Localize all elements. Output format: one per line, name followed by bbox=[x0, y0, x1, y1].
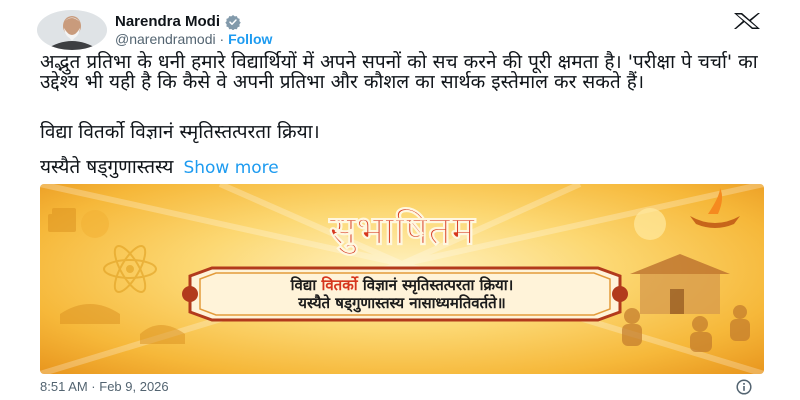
tweet-timestamp[interactable]: 8:51 AM · Feb 9, 2026 bbox=[40, 379, 169, 394]
hut-illustration bbox=[630, 254, 730, 314]
follow-button[interactable]: Follow bbox=[228, 31, 272, 47]
x-logo-icon[interactable] bbox=[732, 12, 762, 30]
avatar[interactable] bbox=[37, 10, 107, 50]
atom-decoration-icon bbox=[103, 245, 157, 293]
media-title: सुभाषितम bbox=[328, 207, 477, 256]
media-shloka-line-2: यस्यैते षड्गुणास्तस्य नासाध्यमतिवर्तते॥ bbox=[297, 294, 505, 313]
info-icon[interactable] bbox=[736, 379, 752, 395]
tweet-media-image[interactable]: सुभाषितम विद्या वितर्को विज्ञानं स्मृतिस… bbox=[40, 184, 764, 374]
separator-dot: · bbox=[219, 31, 225, 47]
author-name-row[interactable]: Narendra Modi bbox=[115, 13, 241, 30]
media-shloka-line-1: विद्या वितर्को विज्ञानं स्मृतिस्तत्परता … bbox=[290, 276, 514, 295]
tweet-text-fragment: यस्यैते षड्गुणास्तस्य bbox=[40, 156, 174, 178]
verified-badge-icon bbox=[225, 14, 241, 30]
tweet-text-truncated-line: यस्यैते षड्गुणास्तस्य Show more bbox=[40, 157, 770, 178]
handle-row: @narendramodi · Follow bbox=[115, 31, 272, 47]
avatar-portrait bbox=[37, 10, 107, 50]
subhashitam-graphic: सुभाषितम विद्या वितर्को विज्ञानं स्मृतिस… bbox=[40, 184, 764, 374]
author-name[interactable]: Narendra Modi bbox=[115, 13, 220, 30]
tweet-text-paragraph: अद्भुत प्रतिभा के धनी हमारे विद्यार्थियो… bbox=[40, 51, 758, 93]
show-more-link[interactable]: Show more bbox=[183, 158, 278, 178]
media-shloka-part: विद्या bbox=[290, 276, 322, 294]
author-handle[interactable]: @narendramodi bbox=[115, 31, 216, 47]
media-shloka-highlight: वितर्को bbox=[320, 276, 359, 294]
tweet-text-shloka-line: विद्या वितर्को विज्ञानं स्मृतिस्तत्परता … bbox=[40, 121, 320, 143]
media-shloka-part: विज्ञानं स्मृतिस्तत्परता क्रिया। bbox=[358, 276, 514, 295]
